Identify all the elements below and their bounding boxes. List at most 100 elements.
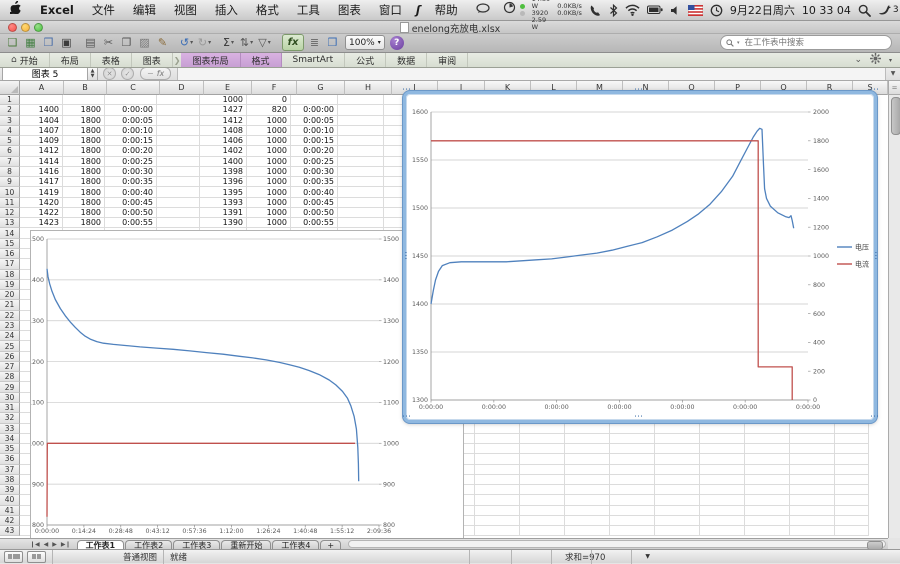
cell[interactable]: 1000 [247,198,291,208]
cell[interactable] [475,444,520,454]
row-header-28[interactable]: 28 [0,372,20,382]
cell[interactable] [835,485,869,495]
row-header-21[interactable]: 21 [0,300,20,310]
row-header-30[interactable]: 30 [0,393,20,403]
cell[interactable] [157,157,200,167]
row-header-9[interactable]: 9 [0,177,20,187]
cell[interactable] [475,495,520,505]
cell[interactable]: 1800 [63,218,105,228]
row-header-27[interactable]: 27 [0,362,20,372]
cell[interactable] [475,485,520,495]
switch-windows-icon[interactable]: ❒ [324,35,341,51]
open-icon[interactable]: ❒ [40,35,57,51]
cell[interactable] [520,444,565,454]
cell[interactable]: 0:00:15 [105,136,157,146]
cell[interactable]: 1000 [247,157,291,167]
cell[interactable] [745,495,790,505]
row-header-29[interactable]: 29 [0,382,20,392]
cut-icon[interactable]: ✂ [100,35,117,51]
cell[interactable]: 0:00:50 [105,208,157,218]
cell[interactable]: 1800 [63,105,105,115]
cell[interactable] [745,424,790,434]
cell[interactable] [338,177,384,187]
row-header-19[interactable]: 19 [0,280,20,290]
menu-window[interactable]: 窗口 [370,0,411,20]
cell[interactable]: 1427 [200,105,247,115]
cell[interactable]: 1000 [247,146,291,156]
row-header-4[interactable]: 4 [0,126,20,136]
cell[interactable] [790,465,835,475]
cell[interactable]: 1400 [20,105,63,115]
cell[interactable] [520,506,565,516]
cell[interactable]: 0:00:25 [291,157,338,167]
cell[interactable] [790,444,835,454]
cell[interactable] [610,506,655,516]
row-header-14[interactable]: 14 [0,228,20,238]
row-header-17[interactable]: 17 [0,259,20,269]
save-icon[interactable]: ▣ [58,35,75,51]
cell[interactable]: 1000 [247,167,291,177]
cell[interactable] [610,465,655,475]
cell[interactable] [790,526,835,536]
autosum-icon[interactable]: Σ▾ [220,35,237,51]
vertical-scrollbar[interactable]: = [888,81,900,538]
cell[interactable] [157,167,200,177]
timer-menu-icon[interactable] [499,0,520,20]
horizontal-scrollbar[interactable] [348,540,886,548]
cell[interactable]: 1000 [200,95,247,105]
normal-view-button[interactable] [4,551,23,563]
row-header-13[interactable]: 13 [0,218,20,228]
column-header-F[interactable]: F [252,81,297,95]
cell[interactable]: 0:00:15 [291,136,338,146]
cell[interactable] [565,444,610,454]
name-box-stepper[interactable]: ▲▼ [88,67,98,81]
cell[interactable]: 1417 [20,177,63,187]
row-header-5[interactable]: 5 [0,136,20,146]
spotlight-icon[interactable] [858,4,871,17]
cell[interactable] [520,454,565,464]
confirm-entry-icon[interactable]: ✓ [121,67,134,80]
cell[interactable] [700,506,745,516]
redo-icon[interactable]: ↻▾ [196,35,213,51]
sort-icon[interactable]: ⇅▾ [238,35,255,51]
cell[interactable] [520,475,565,485]
cell[interactable] [157,136,200,146]
cell[interactable]: 1800 [63,177,105,187]
cell[interactable]: 0:00:00 [105,105,157,115]
row-header-3[interactable]: 3 [0,116,20,126]
cell[interactable] [338,105,384,115]
cell[interactable]: 1800 [63,198,105,208]
cell[interactable]: 0:00:05 [291,116,338,126]
cell[interactable]: 1800 [63,157,105,167]
wifi-icon[interactable] [625,4,640,16]
cell[interactable]: 0:00:30 [291,167,338,177]
menubar-clock[interactable]: 9月22日周六 10 33 04 [730,2,851,18]
tab-scroll-buttons[interactable]: ❙◀ ◀ ▶ ▶❙ [0,539,77,549]
cell[interactable] [610,424,655,434]
cell[interactable] [338,95,384,105]
selection-handle[interactable]: ⋯ [403,251,407,259]
cell[interactable] [700,475,745,485]
cell[interactable]: 0:00:20 [291,146,338,156]
cell[interactable]: 0:00:45 [291,198,338,208]
gear-icon[interactable] [870,53,881,67]
cell[interactable] [610,454,655,464]
first-sheet-icon[interactable]: ❙◀ [30,541,40,548]
cell[interactable] [105,95,157,105]
time-machine-icon[interactable] [710,4,723,17]
cell[interactable] [475,434,520,444]
cell[interactable] [565,475,610,485]
prev-sheet-icon[interactable]: ◀ [44,541,49,548]
cell[interactable]: 1391 [200,208,247,218]
cell[interactable]: 1800 [63,146,105,156]
row-header-10[interactable]: 10 [0,187,20,197]
selection-handle[interactable]: ⋯ [402,415,410,419]
cell[interactable] [790,434,835,444]
cell[interactable]: 1000 [247,177,291,187]
cell[interactable] [655,506,700,516]
cell[interactable]: 1416 [20,167,63,177]
cell[interactable]: 1000 [247,136,291,146]
menu-view[interactable]: 视图 [165,0,206,20]
row-header-23[interactable]: 23 [0,321,20,331]
cell[interactable] [610,516,655,526]
